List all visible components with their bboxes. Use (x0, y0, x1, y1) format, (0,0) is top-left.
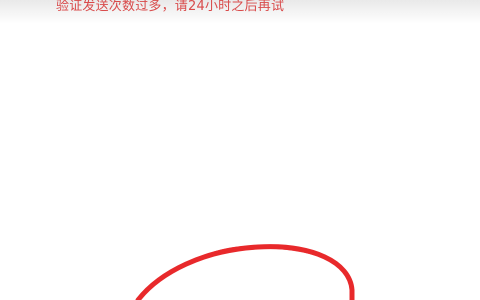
red-circle-annotation (135, 244, 355, 300)
red-circle-stroke (135, 244, 355, 300)
verification-error-message: 验证发送次数过多，请24小时之后再试 (56, 0, 285, 14)
screen: 验证发送次数过多，请24小时之后再试 (0, 0, 480, 300)
red-circle-stroke-overlap (212, 245, 324, 258)
